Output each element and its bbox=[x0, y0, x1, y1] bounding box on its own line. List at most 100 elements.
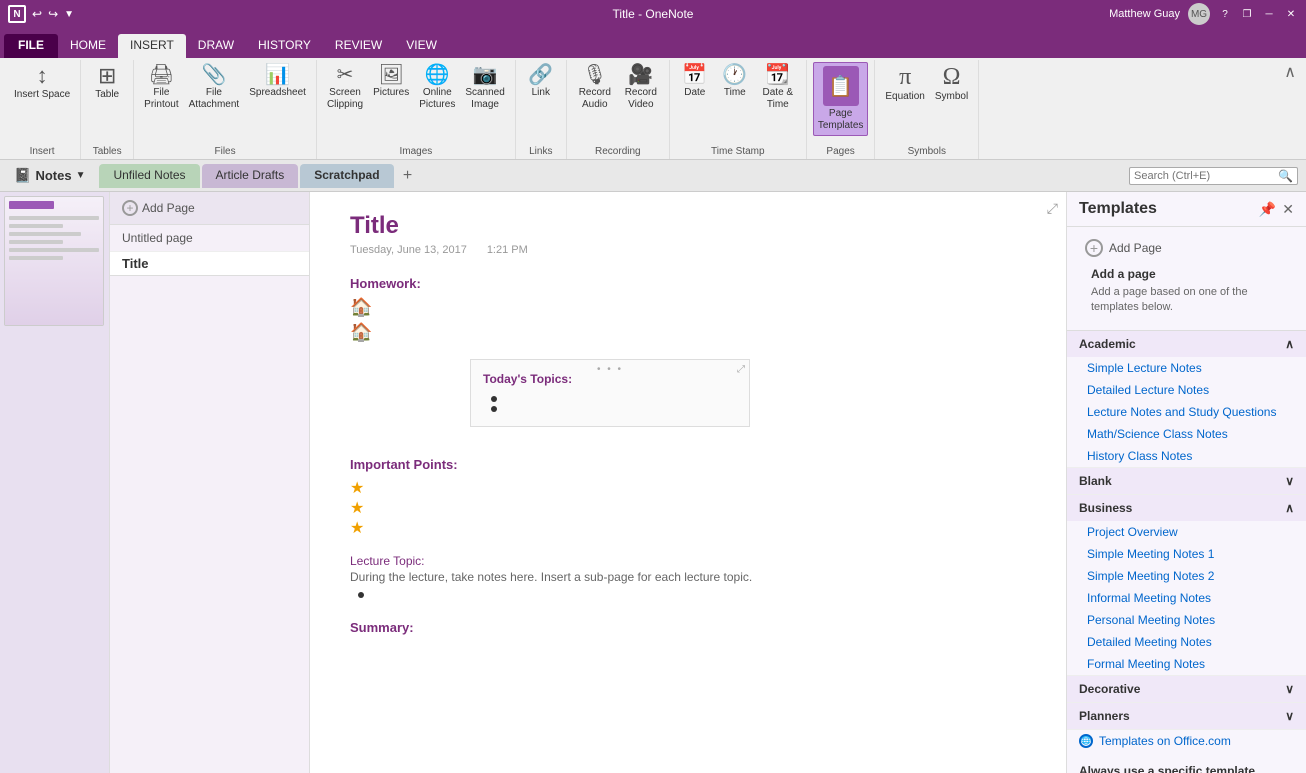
pictures-button[interactable]: 🖼 Pictures bbox=[369, 62, 413, 102]
section-tab-article[interactable]: Article Drafts bbox=[202, 164, 299, 188]
record-video-button[interactable]: 🎥 RecordVideo bbox=[619, 62, 663, 114]
date-button[interactable]: 📅 Date bbox=[676, 62, 714, 102]
file-printout-button[interactable]: 🖨 FilePrintout bbox=[140, 62, 182, 114]
summary-label: Summary: bbox=[350, 620, 1026, 635]
ribbon-minimize-button[interactable]: ∧ bbox=[1278, 60, 1302, 84]
time-button[interactable]: 🕐 Time bbox=[716, 62, 754, 102]
search-icon: 🔍 bbox=[1278, 169, 1293, 183]
tab-review[interactable]: REVIEW bbox=[323, 34, 394, 58]
academic-category-header[interactable]: Academic ∧ bbox=[1067, 331, 1306, 357]
page-item-untitled[interactable]: Untitled page bbox=[110, 225, 309, 252]
link-icon: 🔗 bbox=[528, 65, 553, 85]
summary-section: Summary: bbox=[350, 620, 1026, 635]
record-audio-label: RecordAudio bbox=[579, 87, 611, 111]
help-button[interactable]: ? bbox=[1218, 7, 1232, 21]
template-project-overview[interactable]: Project Overview bbox=[1067, 521, 1306, 543]
page-thumbnail[interactable] bbox=[4, 196, 104, 326]
blank-category-header[interactable]: Blank ∨ bbox=[1067, 468, 1306, 494]
spreadsheet-button[interactable]: 📊 Spreadsheet bbox=[245, 62, 310, 102]
user-avatar[interactable]: MG bbox=[1188, 3, 1210, 25]
section-tab-scratch[interactable]: Scratchpad bbox=[300, 164, 393, 188]
template-detailed-meeting[interactable]: Detailed Meeting Notes bbox=[1067, 631, 1306, 653]
ribbon-group-symbols: π Equation Ω Symbol Symbols bbox=[875, 60, 979, 159]
ribbon-group-files: 🖨 FilePrintout 📎 FileAttachment 📊 Spread… bbox=[134, 60, 317, 159]
search-input[interactable] bbox=[1134, 170, 1274, 182]
templates-pin-icon[interactable]: 📌 bbox=[1259, 201, 1276, 218]
online-pictures-button[interactable]: 🌐 OnlinePictures bbox=[415, 62, 459, 114]
symbol-button[interactable]: Ω Symbol bbox=[931, 62, 972, 106]
category-planners: Planners ∨ bbox=[1067, 703, 1306, 730]
scanned-image-button[interactable]: 📷 ScannedImage bbox=[461, 62, 508, 114]
ribbon: ↕ Insert Space Insert ⊞ Table Tables 🖨 F… bbox=[0, 58, 1306, 160]
important-section: Important Points: ★ ★ ★ bbox=[350, 457, 1026, 538]
template-lecture-study[interactable]: Lecture Notes and Study Questions bbox=[1067, 401, 1306, 423]
templates-add-page-button[interactable]: + Add Page bbox=[1079, 235, 1294, 261]
lecture-topic-label: Lecture Topic: bbox=[350, 554, 1026, 568]
page-templates-button[interactable]: 📋 PageTemplates bbox=[813, 62, 869, 136]
ribbon-group-tables-items: ⊞ Table bbox=[87, 62, 127, 146]
page-item-title[interactable]: Title bbox=[110, 252, 309, 276]
record-audio-button[interactable]: 🎙 RecordAudio bbox=[573, 62, 617, 114]
restore-button[interactable]: ❐ bbox=[1240, 7, 1254, 21]
file-attachment-label: FileAttachment bbox=[189, 87, 240, 111]
note-expand-button[interactable]: ⤢ bbox=[1047, 200, 1058, 217]
add-page-circle-icon: + bbox=[122, 200, 138, 216]
template-informal-meeting[interactable]: Informal Meeting Notes bbox=[1067, 587, 1306, 609]
blank-expand-icon: ∨ bbox=[1285, 474, 1294, 488]
template-simple-meeting-1[interactable]: Simple Meeting Notes 1 bbox=[1067, 543, 1306, 565]
spreadsheet-label: Spreadsheet bbox=[249, 87, 306, 99]
quick-access-customize[interactable]: ▼ bbox=[64, 9, 74, 20]
tab-insert[interactable]: INSERT bbox=[118, 34, 186, 58]
minimize-button[interactable]: ─ bbox=[1262, 7, 1276, 21]
record-video-icon: 🎥 bbox=[628, 65, 653, 85]
ribbon-group-images-items: ✂ ScreenClipping 🖼 Pictures 🌐 OnlinePict… bbox=[323, 62, 509, 146]
ribbon-group-pages: 📋 PageTemplates Pages bbox=[807, 60, 876, 159]
template-detailed-lecture[interactable]: Detailed Lecture Notes bbox=[1067, 379, 1306, 401]
topics-box-expand-icon[interactable]: ⤢ bbox=[737, 364, 745, 375]
file-printout-icon: 🖨 bbox=[149, 65, 174, 85]
ribbon-group-tables: ⊞ Table Tables bbox=[81, 60, 134, 159]
template-personal-meeting[interactable]: Personal Meeting Notes bbox=[1067, 609, 1306, 631]
topics-box[interactable]: • • • ⤢ Today's Topics: bbox=[470, 359, 750, 427]
decorative-category-header[interactable]: Decorative ∨ bbox=[1067, 676, 1306, 702]
tab-view[interactable]: VIEW bbox=[394, 34, 449, 58]
business-category-header[interactable]: Business ∧ bbox=[1067, 495, 1306, 521]
equation-button[interactable]: π Equation bbox=[881, 62, 928, 106]
page-templates-icon: 📋 bbox=[823, 66, 859, 106]
planners-category-header[interactable]: Planners ∨ bbox=[1067, 703, 1306, 729]
ribbon-tabs: FILE HOME INSERT DRAW HISTORY REVIEW VIE… bbox=[0, 28, 1306, 58]
date-time-button[interactable]: 📆 Date &Time bbox=[756, 62, 800, 114]
file-attachment-button[interactable]: 📎 FileAttachment bbox=[185, 62, 244, 114]
notebook-dropdown-icon: ▼ bbox=[76, 170, 86, 181]
template-simple-meeting-2[interactable]: Simple Meeting Notes 2 bbox=[1067, 565, 1306, 587]
homework-label: Homework: bbox=[350, 276, 1026, 291]
table-button[interactable]: ⊞ Table bbox=[87, 62, 127, 104]
tab-file[interactable]: FILE bbox=[4, 34, 58, 58]
template-math-science[interactable]: Math/Science Class Notes bbox=[1067, 423, 1306, 445]
add-page-button[interactable]: + Add Page bbox=[118, 198, 199, 218]
table-icon: ⊞ bbox=[98, 65, 116, 87]
date-icon: 📅 bbox=[682, 65, 707, 85]
templates-close-button[interactable]: ✕ bbox=[1282, 201, 1294, 218]
link-button[interactable]: 🔗 Link bbox=[522, 62, 560, 102]
add-section-button[interactable]: + bbox=[396, 164, 420, 188]
note-title[interactable]: Title bbox=[350, 212, 1026, 240]
thumb-line-2 bbox=[9, 224, 63, 228]
section-tab-unfiled[interactable]: Unfiled Notes bbox=[99, 164, 199, 188]
tab-history[interactable]: HISTORY bbox=[246, 34, 323, 58]
tab-home[interactable]: HOME bbox=[58, 34, 118, 58]
link-label: Link bbox=[532, 87, 550, 99]
close-button[interactable]: ✕ bbox=[1284, 7, 1298, 21]
quick-access-redo[interactable]: ↪ bbox=[48, 7, 58, 21]
template-formal-meeting[interactable]: Formal Meeting Notes bbox=[1067, 653, 1306, 675]
record-audio-icon: 🎙 bbox=[582, 65, 607, 85]
template-history[interactable]: History Class Notes bbox=[1067, 445, 1306, 467]
screen-clipping-button[interactable]: ✂ ScreenClipping bbox=[323, 62, 367, 114]
quick-access-undo[interactable]: ↩ bbox=[32, 7, 42, 21]
insert-space-button[interactable]: ↕ Insert Space bbox=[10, 62, 74, 104]
template-simple-lecture[interactable]: Simple Lecture Notes bbox=[1067, 357, 1306, 379]
office-link[interactable]: 🌐 Templates on Office.com bbox=[1067, 730, 1306, 752]
tab-draw[interactable]: DRAW bbox=[186, 34, 246, 58]
note-time: 1:21 PM bbox=[487, 244, 528, 256]
notebook-selector[interactable]: 📓 Notes ▼ bbox=[8, 165, 91, 186]
